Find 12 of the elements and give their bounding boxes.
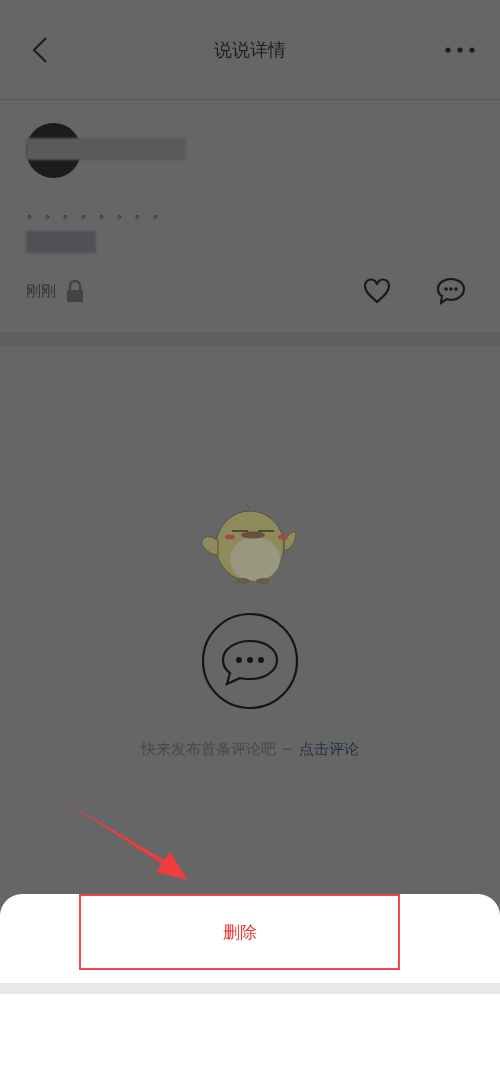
more-icon [445,46,475,53]
comment-circle-icon [201,612,299,710]
post-text: 。。。。。。。。 [26,202,171,223]
chat-bubble-icon [436,277,466,305]
like-button[interactable] [363,278,391,304]
lock-icon [66,280,84,302]
heart-icon [363,278,391,304]
back-icon [32,36,48,63]
delete-button[interactable]: 删除 [79,894,400,970]
page-title: 说说详情 [213,37,287,62]
comment-link[interactable]: 点击评论 [298,740,359,758]
comment-button[interactable] [436,277,466,305]
